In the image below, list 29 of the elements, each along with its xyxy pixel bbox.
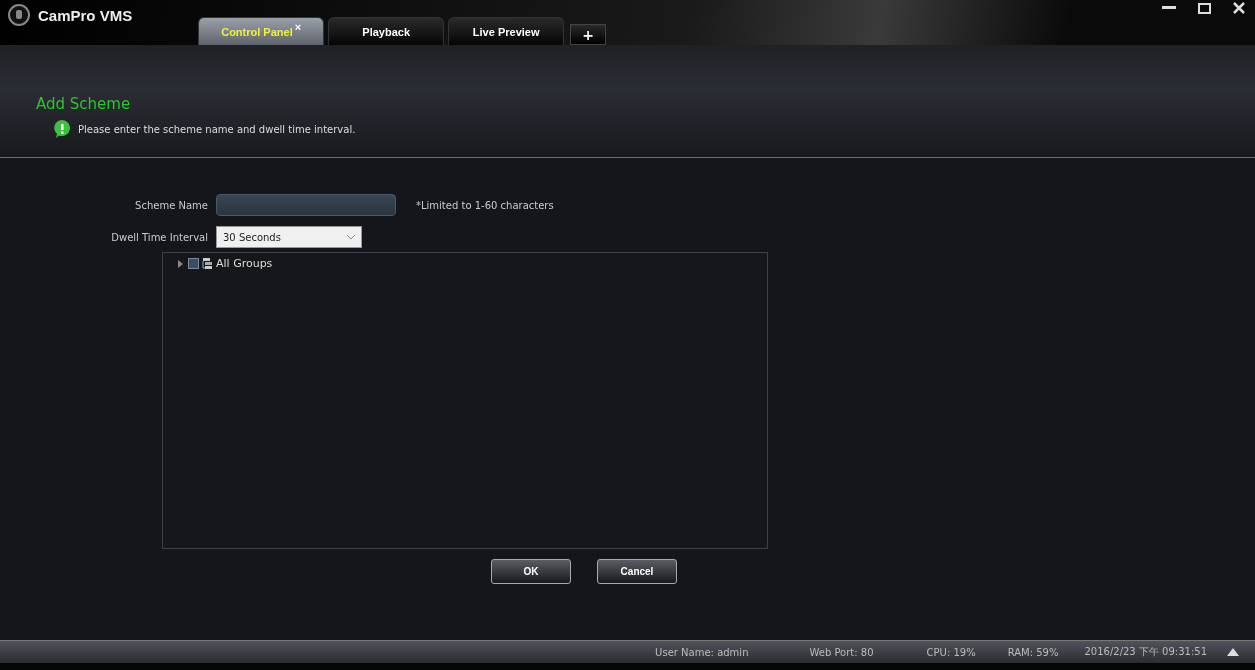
status-text: RAM: 59% bbox=[1007, 646, 1059, 658]
minimize-icon[interactable] bbox=[1162, 6, 1176, 10]
dialog-button[interactable]: Cancel bbox=[597, 559, 677, 584]
folder-tree-icon bbox=[202, 257, 213, 270]
expand-up-icon[interactable] bbox=[1227, 648, 1239, 656]
maximize-icon[interactable] bbox=[1198, 2, 1211, 14]
close-icon[interactable] bbox=[1233, 2, 1245, 14]
camera-logo-icon bbox=[8, 4, 30, 26]
tree-item[interactable]: All Groups bbox=[177, 257, 273, 270]
info-bubble-icon bbox=[52, 119, 72, 139]
dialog-button[interactable]: OK bbox=[491, 559, 571, 584]
status-text: Web Port: 80 bbox=[809, 646, 874, 658]
status-text: User Name: admin bbox=[655, 646, 749, 658]
field-note: *Limited to 1-60 characters bbox=[416, 199, 554, 211]
dwell-time-dropdown[interactable]: 30 Seconds bbox=[216, 226, 362, 248]
tab[interactable]: Playback bbox=[328, 17, 445, 45]
page-title: Add Scheme bbox=[36, 95, 132, 113]
hint-text: Please enter the scheme name and dwell time interval. bbox=[78, 123, 356, 135]
expander-icon[interactable] bbox=[177, 259, 185, 268]
status-text: 2016/2/23 下午 09:31:51 bbox=[1084, 645, 1207, 659]
app-title: CamPro VMS bbox=[38, 6, 133, 24]
checkbox[interactable] bbox=[188, 258, 199, 269]
tab[interactable]: Live Preview bbox=[448, 17, 565, 45]
add-tab-button[interactable]: + bbox=[570, 24, 607, 45]
caret-icon bbox=[347, 234, 355, 240]
status-text: CPU: 19% bbox=[926, 646, 976, 658]
scheme-name-field[interactable] bbox=[216, 194, 396, 216]
field-label: Dwell Time Interval bbox=[111, 231, 208, 243]
field-label: Scheme Name bbox=[135, 199, 208, 211]
